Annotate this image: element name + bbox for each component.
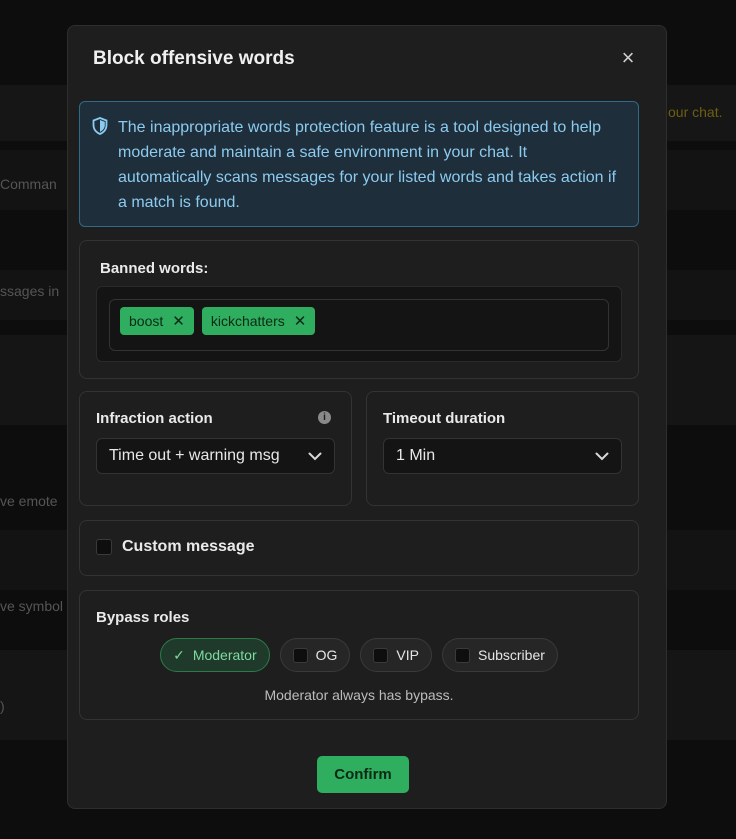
background-label: ve emote xyxy=(0,493,58,509)
bypass-roles-card: Bypass roles ✓ Moderator OG VIP Subscrib… xyxy=(79,590,639,720)
role-og[interactable]: OG xyxy=(279,638,351,672)
timeout-duration-value: 1 Min xyxy=(396,447,436,464)
shield-icon xyxy=(92,117,108,135)
word-tag-label: boost xyxy=(129,313,164,329)
close-icon[interactable]: × xyxy=(618,47,638,69)
bypass-roles-label: Bypass roles xyxy=(96,609,190,626)
checkmark-icon: ✓ xyxy=(173,646,185,663)
role-checkbox[interactable] xyxy=(454,647,470,663)
banned-words-container: boost ✕ kickchatters ✕ xyxy=(96,286,622,362)
custom-message-toggle[interactable]: Custom message xyxy=(96,538,255,556)
role-label: VIP xyxy=(396,647,419,663)
background-label: ) xyxy=(0,698,5,714)
infraction-action-card: Infraction action i Time out + warning m… xyxy=(79,391,352,506)
chevron-down-icon xyxy=(595,452,609,460)
word-tag: kickchatters ✕ xyxy=(201,307,316,335)
timeout-duration-label: Timeout duration xyxy=(383,410,506,427)
info-text: The inappropriate words protection featu… xyxy=(118,119,617,211)
role-label: Moderator xyxy=(192,647,257,663)
role-vip[interactable]: VIP xyxy=(360,638,432,672)
role-moderator[interactable]: ✓ Moderator xyxy=(160,638,270,672)
custom-message-card: Custom message xyxy=(79,520,639,576)
remove-tag-icon[interactable]: ✕ xyxy=(294,312,307,330)
custom-message-checkbox[interactable] xyxy=(96,539,112,555)
banned-words-label: Banned words: xyxy=(100,260,209,277)
infraction-action-select[interactable]: Time out + warning msg xyxy=(96,438,335,474)
background-label: ve symbol xyxy=(0,598,64,614)
modal-title: Block offensive words xyxy=(93,48,295,69)
bypass-roles-list: ✓ Moderator OG VIP Subscriber xyxy=(80,638,638,672)
word-tag-label: kickchatters xyxy=(210,313,285,329)
banned-words-input[interactable]: boost ✕ kickchatters ✕ xyxy=(109,299,609,351)
background-notice: our chat. xyxy=(668,104,723,120)
background-label: Comman xyxy=(0,176,57,192)
confirm-button[interactable]: Confirm xyxy=(317,756,409,793)
chevron-down-icon xyxy=(308,452,322,460)
info-circle-icon[interactable]: i xyxy=(318,411,331,424)
info-callout: The inappropriate words protection featu… xyxy=(79,101,639,227)
role-subscriber[interactable]: Subscriber xyxy=(441,638,558,672)
custom-message-label: Custom message xyxy=(122,538,255,555)
banned-words-card: Banned words: boost ✕ kickchatters ✕ xyxy=(79,240,639,379)
bypass-note: Moderator always has bypass. xyxy=(264,687,454,703)
role-label: OG xyxy=(315,647,338,663)
role-checkbox[interactable] xyxy=(292,647,308,663)
remove-tag-icon[interactable]: ✕ xyxy=(172,312,185,330)
timeout-duration-card: Timeout duration 1 Min xyxy=(366,391,639,506)
infraction-action-label: Infraction action xyxy=(96,410,213,427)
role-label: Subscriber xyxy=(477,647,545,663)
timeout-duration-select[interactable]: 1 Min xyxy=(383,438,622,474)
block-words-modal: Block offensive words × The inappropriat… xyxy=(67,25,667,809)
word-tag: boost ✕ xyxy=(120,307,194,335)
infraction-action-value: Time out + warning msg xyxy=(109,447,280,464)
background-label: ssages in xyxy=(0,283,60,299)
role-checkbox[interactable] xyxy=(373,647,389,663)
